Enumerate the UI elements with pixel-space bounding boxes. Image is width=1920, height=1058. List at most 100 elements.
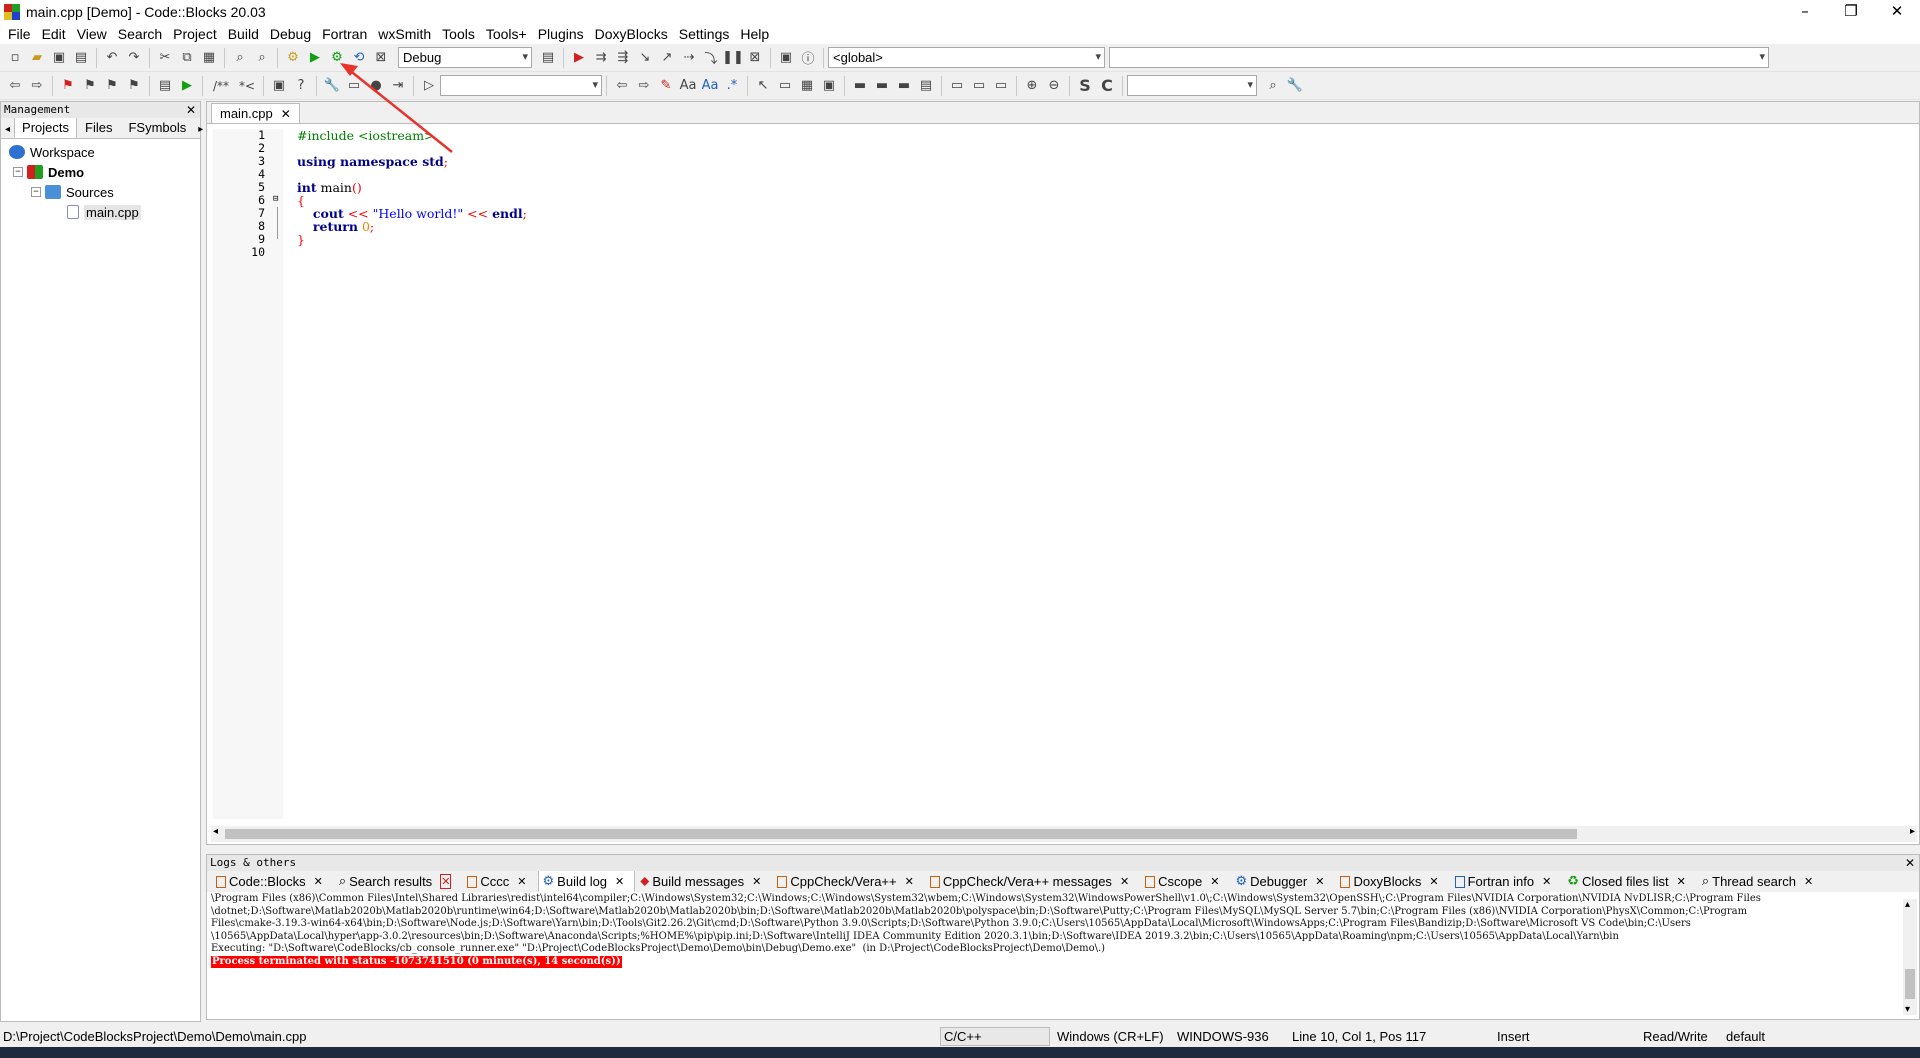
zoom-in-icon[interactable]: ⊕ bbox=[1022, 76, 1042, 96]
vertical-scrollbar[interactable]: ▴ ▾ bbox=[1903, 899, 1917, 1015]
menu-doxyblocks[interactable]: DoxyBlocks bbox=[590, 24, 674, 44]
debug-info-icon[interactable]: ⓘ bbox=[798, 48, 818, 68]
scroll-up-icon[interactable]: ▴ bbox=[1905, 899, 1910, 910]
close-icon[interactable]: ✕ bbox=[281, 107, 291, 121]
thread-search-icon[interactable]: ▷ bbox=[419, 76, 439, 96]
close-icon[interactable]: ✕ bbox=[1677, 875, 1686, 888]
save-all-icon[interactable]: ▤ bbox=[71, 48, 91, 68]
code-text[interactable]: #include <iostream> using namespace std;… bbox=[297, 129, 527, 246]
menu-plugins[interactable]: Plugins bbox=[533, 24, 590, 44]
highlight-icon[interactable]: ✎ bbox=[656, 76, 676, 96]
close-icon[interactable]: ✕ bbox=[1804, 875, 1813, 888]
search-next-icon[interactable]: ⇨ bbox=[634, 76, 654, 96]
tree-workspace[interactable]: Workspace bbox=[1, 142, 200, 162]
tree-project[interactable]: − Demo bbox=[1, 162, 200, 182]
horizontal-scrollbar[interactable]: ◂ ▸ bbox=[211, 826, 1917, 842]
rebuild-icon[interactable]: ⟲ bbox=[349, 48, 369, 68]
collapse-icon[interactable]: − bbox=[31, 187, 41, 197]
replace-icon[interactable]: ⌕ bbox=[252, 48, 272, 68]
close-icon[interactable]: ✕ bbox=[186, 102, 196, 118]
wrench-icon[interactable]: 🔧 bbox=[322, 76, 342, 96]
tab-cppcheck-messages[interactable]: CppCheck/Vera++ messages ✕ bbox=[925, 871, 1140, 892]
step-out-icon[interactable]: ↗ bbox=[657, 48, 677, 68]
tab-cscope[interactable]: Cscope ✕ bbox=[1140, 871, 1230, 892]
fold-marker-icon[interactable]: ⊟ bbox=[273, 194, 285, 204]
close-icon[interactable]: ✕ bbox=[905, 875, 914, 888]
menu-help[interactable]: Help bbox=[735, 24, 775, 44]
box3-icon[interactable]: ▬ bbox=[894, 76, 914, 96]
menu-fortran[interactable]: Fortran bbox=[317, 24, 373, 44]
tab-build-messages[interactable]: ⬥ Build messages ✕ bbox=[635, 871, 772, 892]
close-icon[interactable]: ✕ bbox=[1429, 875, 1438, 888]
run-icon[interactable]: ▶ bbox=[305, 48, 325, 68]
select-cursor-icon[interactable]: ↖ bbox=[753, 76, 773, 96]
step-into-icon[interactable]: ↘ bbox=[635, 48, 655, 68]
menu-settings[interactable]: Settings bbox=[674, 24, 736, 44]
tab-fsymbols[interactable]: FSymbols bbox=[120, 117, 194, 138]
close-icon[interactable]: ✕ bbox=[615, 875, 624, 888]
scroll-thumb[interactable] bbox=[225, 829, 1577, 839]
thread-search-input[interactable]: ▾ bbox=[440, 75, 602, 96]
next-bookmark-icon[interactable]: ⚑ bbox=[102, 76, 122, 96]
layout-icon[interactable]: ▣ bbox=[819, 76, 839, 96]
box4-icon[interactable]: ▤ bbox=[916, 76, 936, 96]
collapse-icon[interactable]: − bbox=[13, 167, 23, 177]
doxy-line-comment-icon[interactable]: *< bbox=[236, 76, 258, 96]
menu-tools[interactable]: Tools bbox=[437, 24, 481, 44]
close-icon[interactable]: ✕ bbox=[314, 875, 323, 888]
symbol-select[interactable]: ▾ bbox=[1109, 47, 1769, 68]
rectangle-icon[interactable]: ▭ bbox=[775, 76, 795, 96]
new-file-icon[interactable]: ▫ bbox=[5, 48, 25, 68]
shape2-icon[interactable]: ▭ bbox=[969, 76, 989, 96]
build-gear-icon[interactable]: ⚙ bbox=[283, 48, 303, 68]
tab-codeblocks-log[interactable]: Code::Blocks ✕ bbox=[211, 871, 334, 892]
scroll-left-icon[interactable]: ◂ bbox=[213, 826, 218, 837]
toggle-bookmark-icon[interactable]: ⚑ bbox=[58, 76, 78, 96]
close-icon[interactable]: ✕ bbox=[1120, 875, 1129, 888]
step-into-instruction-icon[interactable]: ⤵ bbox=[701, 48, 721, 68]
close-icon[interactable]: ✕ bbox=[1542, 875, 1551, 888]
tab-build-log[interactable]: ⚙ Build log ✕ bbox=[537, 871, 636, 892]
box1-icon[interactable]: ▬ bbox=[850, 76, 870, 96]
stop-debug-icon[interactable]: ⊠ bbox=[745, 48, 765, 68]
tab-cppcheck[interactable]: CppCheck/Vera++ ✕ bbox=[772, 871, 924, 892]
build-log-text[interactable]: \Program Files (x86)\Common Files\Intel\… bbox=[211, 893, 1887, 968]
open-file-icon[interactable]: ▰ bbox=[27, 48, 47, 68]
tree-file-main[interactable]: main.cpp bbox=[1, 202, 200, 222]
menu-tools-plus[interactable]: Tools+ bbox=[481, 24, 533, 44]
bullet-icon[interactable]: ● bbox=[366, 76, 386, 96]
search-prev-icon[interactable]: ⇦ bbox=[612, 76, 632, 96]
tab-files[interactable]: Files bbox=[77, 117, 120, 138]
menu-project[interactable]: Project bbox=[168, 24, 223, 44]
pause-icon[interactable]: ❚❚ bbox=[722, 48, 744, 68]
search-icon[interactable]: ⌕ bbox=[1263, 76, 1283, 96]
menu-file[interactable]: File bbox=[3, 24, 37, 44]
zoom-out-icon[interactable]: ⊖ bbox=[1044, 76, 1064, 96]
box2-icon[interactable]: ▬ bbox=[872, 76, 892, 96]
next-line-icon[interactable]: ⇶ bbox=[613, 48, 633, 68]
prev-bookmark-icon[interactable]: ⚑ bbox=[80, 76, 100, 96]
build-target-select[interactable]: Debug ▾ bbox=[398, 47, 532, 68]
maximize-button[interactable]: ❐ bbox=[1828, 0, 1874, 24]
menu-build[interactable]: Build bbox=[223, 24, 265, 44]
close-icon[interactable]: ✕ bbox=[1315, 875, 1324, 888]
scroll-down-icon[interactable]: ▾ bbox=[1905, 1004, 1910, 1015]
jump-forward-icon[interactable]: ⇨ bbox=[27, 76, 47, 96]
debug-start-icon[interactable]: ▶ bbox=[569, 48, 589, 68]
settings-wrench-icon[interactable]: 🔧 bbox=[1285, 76, 1305, 96]
tab-debugger[interactable]: ⚙ Debugger ✕ bbox=[1230, 871, 1335, 892]
find-icon[interactable]: ⌕ bbox=[230, 48, 250, 68]
cut-icon[interactable]: ✂ bbox=[155, 48, 175, 68]
tab-doxyblocks[interactable]: DoxyBlocks ✕ bbox=[1335, 871, 1449, 892]
tree-folder-sources[interactable]: − Sources bbox=[1, 182, 200, 202]
c-icon[interactable]: C bbox=[1097, 76, 1117, 96]
run-file-icon[interactable]: ▶ bbox=[177, 76, 197, 96]
close-window-button[interactable]: ✕ bbox=[1874, 0, 1920, 24]
doxy-comment-icon[interactable]: /** bbox=[208, 76, 234, 96]
s-icon[interactable]: S bbox=[1075, 76, 1095, 96]
close-icon[interactable]: ✕ bbox=[1905, 855, 1915, 871]
doxy-extract-icon[interactable]: ? bbox=[291, 76, 311, 96]
menu-wxsmith[interactable]: wxSmith bbox=[373, 24, 437, 44]
match-case-icon[interactable]: Aa bbox=[678, 76, 698, 96]
grid-icon[interactable]: ▦ bbox=[797, 76, 817, 96]
